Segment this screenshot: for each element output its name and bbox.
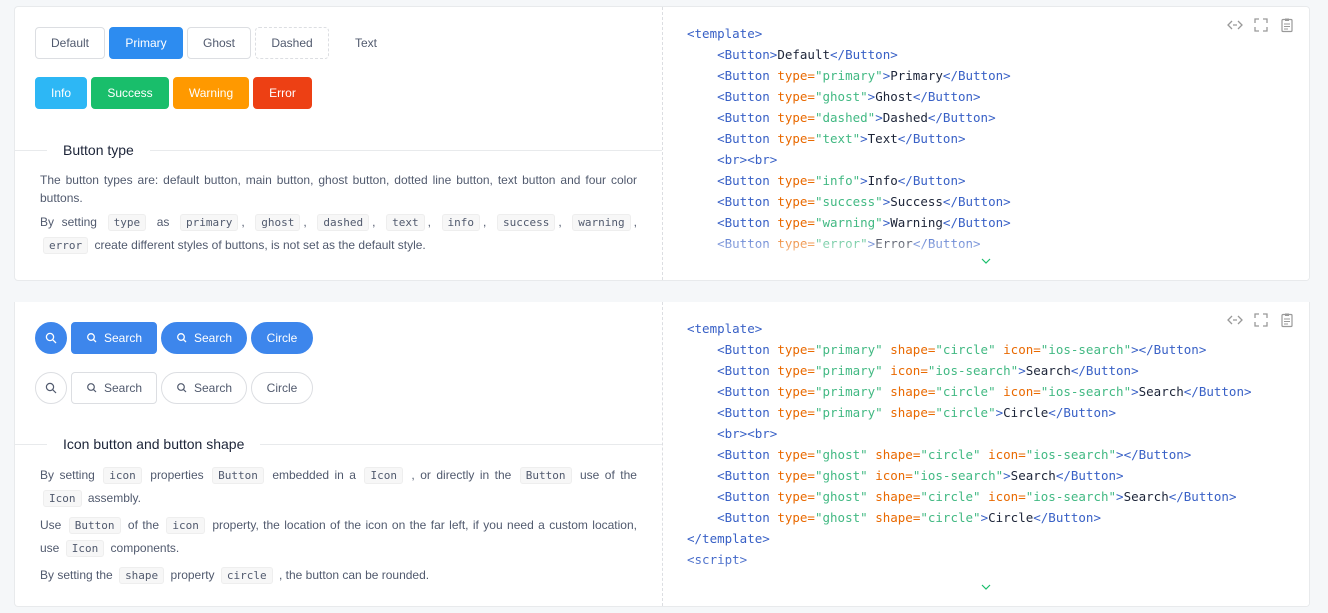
- code-inline: Icon: [43, 490, 82, 507]
- section-title-bar: Button type: [15, 140, 662, 160]
- code-inline: text: [386, 214, 425, 231]
- search-icon: [45, 382, 57, 394]
- demo-card-icon-button: Search Search Circle Search Search Circl…: [14, 302, 1310, 607]
- ghost-circle-search-button[interactable]: Search: [161, 372, 247, 404]
- dashed-button[interactable]: Dashed: [255, 27, 329, 59]
- code-block: <template> <Button>Default</Button> <But…: [687, 26, 1011, 251]
- text: use of the: [580, 468, 637, 482]
- code-inline: circle: [220, 567, 273, 584]
- warning-button[interactable]: Warning: [173, 77, 249, 109]
- section-description: The button types are: default button, ma…: [40, 171, 637, 261]
- primary-circle-button[interactable]: Circle: [251, 322, 313, 354]
- section-title-bar: Icon button and button shape: [15, 434, 662, 454]
- primary-search-button[interactable]: Search: [71, 322, 157, 354]
- code-inline: warning: [572, 214, 631, 231]
- search-icon: [86, 332, 98, 344]
- button-label: Search: [193, 331, 233, 345]
- button-label: Search: [103, 331, 143, 345]
- text: components.: [110, 541, 180, 555]
- description-paragraph: Use Button of the icon property, the loc…: [40, 514, 637, 560]
- code-inline: ghost: [255, 214, 301, 231]
- text: property: [170, 568, 215, 582]
- code-inline: primary: [179, 214, 239, 231]
- error-button[interactable]: Error: [253, 77, 312, 109]
- demo-card-button-type: Default Primary Ghost Dashed Text Info S…: [14, 6, 1310, 281]
- text-button[interactable]: Text: [333, 27, 399, 59]
- ghost-circle-icon-button[interactable]: [35, 372, 67, 404]
- code-icon[interactable]: [1227, 17, 1243, 33]
- fullscreen-icon[interactable]: [1253, 17, 1269, 33]
- text: By setting: [40, 215, 97, 229]
- search-icon: [86, 382, 98, 394]
- text: create different styles of buttons, is n…: [94, 238, 426, 252]
- code-inline: info: [441, 214, 481, 231]
- code-inline: icon: [103, 467, 142, 484]
- description-paragraph: By setting the shape property circle , t…: [40, 564, 637, 587]
- description-paragraph: The button types are: default button, ma…: [40, 173, 637, 205]
- text: of the: [127, 518, 159, 532]
- demo-area: Default Primary Ghost Dashed Text Info S…: [35, 27, 662, 109]
- text: properties: [150, 468, 204, 482]
- primary-circle-search-button[interactable]: Search: [161, 322, 247, 354]
- button-label: Search: [103, 381, 143, 395]
- button-label: Search: [193, 381, 233, 395]
- text: assembly.: [87, 491, 141, 505]
- search-icon: [45, 332, 57, 344]
- code-inline: type: [107, 214, 147, 231]
- code-inline: Button: [212, 467, 264, 484]
- code-inline: Button: [68, 517, 121, 534]
- search-icon: [176, 332, 188, 344]
- description-paragraph: By setting type as primary, ghost, dashe…: [40, 214, 637, 254]
- code-panel: <template> <Button>Default</Button> <But…: [663, 7, 1309, 280]
- text: embedded in a: [272, 468, 356, 482]
- code-panel: <template> <Button type="primary" shape=…: [663, 302, 1309, 606]
- demo-panel: Default Primary Ghost Dashed Text Info S…: [15, 7, 663, 280]
- text: , or directly in the: [411, 468, 512, 482]
- text: By setting: [40, 468, 95, 482]
- section-title: Icon button and button shape: [47, 434, 261, 454]
- text: as: [156, 215, 170, 229]
- search-icon: [176, 382, 188, 394]
- text: , the button can be rounded.: [279, 568, 430, 582]
- code-inline: icon: [166, 517, 205, 534]
- code-inline: Icon: [65, 540, 105, 557]
- default-button[interactable]: Default: [35, 27, 105, 59]
- success-button[interactable]: Success: [91, 77, 169, 109]
- code-inline: error: [43, 237, 89, 254]
- code-inline: Button: [519, 467, 572, 484]
- code-inline: Icon: [364, 467, 403, 484]
- clipboard-icon[interactable]: [1279, 17, 1295, 33]
- section-description: By setting icon properties Button embedd…: [40, 464, 637, 591]
- ghost-button[interactable]: Ghost: [187, 27, 251, 59]
- code-inline: shape: [119, 567, 165, 584]
- ghost-search-button[interactable]: Search: [71, 372, 157, 404]
- fullscreen-icon[interactable]: [1253, 312, 1269, 328]
- code-block: <template> <Button type="primary" shape=…: [687, 321, 1252, 567]
- section-title: Button type: [47, 140, 150, 160]
- clipboard-icon[interactable]: [1279, 312, 1295, 328]
- demo-area: Search Search Circle Search Search Circl…: [35, 322, 662, 404]
- code-toolbar: [1227, 17, 1295, 33]
- text: Use: [40, 518, 62, 532]
- ghost-circle-button[interactable]: Circle: [251, 372, 313, 404]
- code-inline: dashed: [317, 214, 370, 231]
- code-inline: success: [496, 214, 556, 231]
- description-paragraph: By setting icon properties Button embedd…: [40, 464, 637, 510]
- info-button[interactable]: Info: [35, 77, 87, 109]
- text: By setting the: [40, 568, 113, 582]
- demo-panel: Search Search Circle Search Search Circl…: [15, 302, 663, 606]
- chevron-down-icon[interactable]: [981, 580, 991, 590]
- primary-circle-icon-button[interactable]: [35, 322, 67, 354]
- primary-button[interactable]: Primary: [109, 27, 183, 59]
- chevron-down-icon[interactable]: [981, 254, 991, 264]
